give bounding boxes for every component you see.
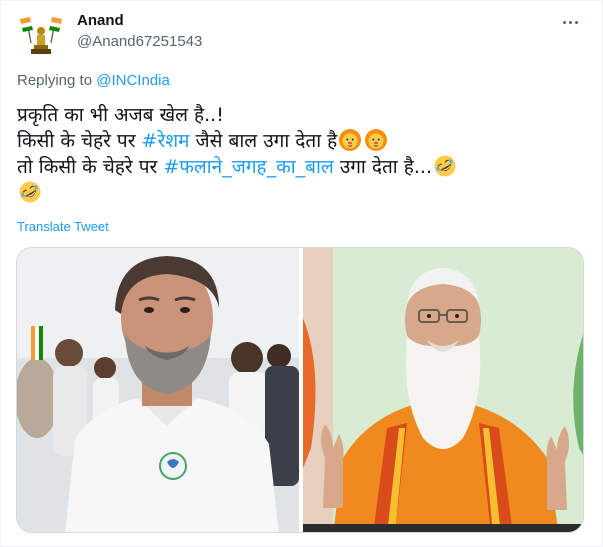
translate-tweet-link[interactable]: Translate Tweet xyxy=(17,219,109,234)
reply-mention-link[interactable]: @INCIndia xyxy=(96,72,170,89)
emblem-icon xyxy=(17,13,65,61)
author-block[interactable]: Anand @Anand67251543 xyxy=(77,12,202,51)
media-container[interactable] xyxy=(16,247,584,533)
hashtag-link[interactable]: #रेशम xyxy=(142,130,190,152)
tweet-line-3-post: उगा देता है... xyxy=(333,156,432,178)
hashtag-link[interactable]: #फलाने_जगह_का_बाल xyxy=(163,156,333,178)
photo-right[interactable] xyxy=(303,248,583,532)
tweet-line-2-pre: किसी के चेहरे पर xyxy=(17,130,142,152)
tweet-line-3-pre: तो किसी के चेहरे पर xyxy=(17,156,164,178)
lion-face-icon xyxy=(364,128,388,152)
tweet-line-2: किसी के चेहरे पर #रेशम जैसे बाल उगा देता… xyxy=(17,128,587,154)
photo-left[interactable] xyxy=(17,248,299,532)
display-name[interactable]: Anand xyxy=(77,12,202,30)
lion-face-icon xyxy=(338,128,362,152)
user-handle[interactable]: @Anand67251543 xyxy=(77,33,202,51)
rolling-laughing-icon xyxy=(433,154,457,178)
avatar[interactable] xyxy=(17,13,65,61)
tweet-line-3: तो किसी के चेहरे पर #फलाने_जगह_का_बाल उग… xyxy=(17,154,587,180)
tweet-card[interactable]: Anand @Anand67251543 Replying to @INCInd… xyxy=(0,0,603,547)
tweet-line-2-post: जैसे बाल उगा देता है xyxy=(189,130,338,152)
tweet-line-4 xyxy=(17,180,587,206)
replying-to: Replying to @INCIndia xyxy=(17,72,170,89)
rolling-laughing-icon xyxy=(18,180,42,204)
replying-prefix: Replying to xyxy=(17,72,97,89)
tweet-line-1: प्रकृति का भी अजब खेल है..! xyxy=(17,104,224,126)
tweet-text: प्रकृति का भी अजब खेल है..! किसी के चेहर… xyxy=(17,102,587,206)
more-icon[interactable] xyxy=(558,11,582,33)
